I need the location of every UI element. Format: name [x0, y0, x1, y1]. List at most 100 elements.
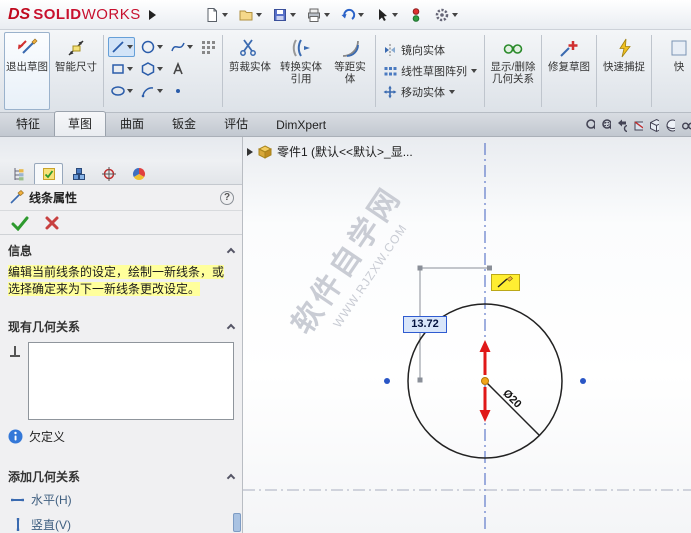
spline-tool[interactable]: [168, 37, 195, 57]
circle-tool[interactable]: [138, 37, 165, 57]
dimxpert-manager-tab[interactable]: [94, 163, 123, 184]
overflow-ribbon-button[interactable]: 快: [656, 32, 691, 110]
line-tool[interactable]: [108, 37, 135, 57]
exit-sketch-label: 退出草图: [6, 61, 48, 73]
add-relations-header[interactable]: 添加几何关系: [0, 465, 242, 487]
open-document-button[interactable]: [234, 5, 266, 25]
tab-dimxpert[interactable]: DimXpert: [262, 114, 340, 136]
ok-check-button[interactable]: [10, 215, 30, 231]
spline-icon: [171, 42, 185, 52]
help-icon[interactable]: ?: [220, 190, 234, 205]
view-orientation-icon[interactable]: [649, 118, 659, 133]
text-tool[interactable]: [168, 59, 188, 79]
quick-snaps-button[interactable]: 快速捕捉: [601, 32, 647, 110]
tab-features[interactable]: 特征: [2, 111, 54, 136]
sketch-pattern-tool[interactable]: [198, 37, 218, 57]
exit-sketch-button[interactable]: 退出草图: [4, 32, 50, 110]
mirror-entities-label: 镜向实体: [401, 45, 445, 57]
drag-arrow-down-head[interactable]: [479, 410, 491, 422]
tab-evaluate[interactable]: 评估: [210, 111, 262, 136]
add-vertical-relation[interactable]: 竖直(V): [0, 512, 242, 533]
info-message-line1: 编辑当前线条的设定，绘制一新线条，或: [8, 265, 225, 279]
polygon-tool[interactable]: [138, 59, 165, 79]
ellipse-icon: [111, 86, 125, 96]
existing-relations-header[interactable]: 现有几何关系: [0, 315, 242, 337]
arc-tool[interactable]: [138, 81, 165, 101]
ribbon-separator: [596, 35, 597, 107]
circle-center-point[interactable]: [481, 377, 489, 385]
display-style-icon[interactable]: [665, 118, 675, 133]
relations-glasses-icon: [503, 44, 523, 54]
drag-arrow-up-head[interactable]: [479, 340, 491, 352]
dimension-value-box[interactable]: 13.72: [403, 316, 447, 333]
left-endpoint[interactable]: [384, 378, 390, 384]
trim-entities-button[interactable]: 剪裁实体: [227, 32, 273, 110]
menu-expand-icon[interactable]: [148, 9, 156, 20]
add-vertical-label: 竖直(V): [31, 518, 71, 532]
convert-entities-button[interactable]: 转换实体引用: [276, 32, 326, 110]
ribbon-separator: [651, 35, 652, 107]
panel-title-row: 线条属性 ?: [0, 185, 242, 211]
previous-view-icon[interactable]: [617, 118, 627, 133]
info-section-title: 信息: [8, 243, 33, 258]
info-message: 编辑当前线条的设定，绘制一新线条，或 选择确定来为下一新线条更改设定。: [0, 261, 242, 301]
sketch-canvas[interactable]: [243, 137, 691, 533]
sketch-entity-grid: [108, 32, 218, 110]
circle-icon: [141, 40, 155, 54]
sketch-ribbon: 退出草图 智能尺寸 剪裁实体 转换实体引用 等距实体 镜向实体 线性草图阵列 移…: [0, 30, 691, 113]
dimension-handle[interactable]: [417, 377, 423, 383]
top-toolbar: DS SOLID WORKS: [0, 0, 691, 30]
dimension-handle[interactable]: [417, 265, 423, 271]
rectangle-icon: [112, 64, 124, 74]
chevron-down-icon: [157, 89, 163, 93]
point-tool[interactable]: [168, 81, 188, 101]
tab-sheet-metal[interactable]: 钣金: [158, 111, 210, 136]
hide-show-items-icon[interactable]: [681, 118, 691, 133]
offset-entities-button[interactable]: 等距实体: [329, 32, 371, 110]
select-tool-button[interactable]: [370, 5, 402, 25]
collapse-chevron-icon: [226, 247, 236, 256]
save-button[interactable]: [268, 5, 300, 25]
property-manager-tab[interactable]: [34, 163, 63, 184]
right-endpoint[interactable]: [580, 378, 586, 384]
new-document-button[interactable]: [200, 5, 232, 25]
section-view-icon[interactable]: [633, 118, 643, 133]
display-relations-button[interactable]: 显示/删除几何关系: [489, 32, 537, 110]
feature-manager-tab[interactable]: [4, 163, 33, 184]
flyout-tree-arrow-icon[interactable]: [247, 147, 253, 156]
linear-pattern-button[interactable]: 线性草图阵列: [383, 63, 477, 79]
graphics-viewport[interactable]: 软件自学网 WWW.RJZXW.COM 零件1 (默认<<默认>_显... 13…: [243, 137, 691, 533]
add-horizontal-relation[interactable]: 水平(H): [0, 487, 242, 512]
panel-scrollbar-thumb[interactable]: [233, 513, 241, 532]
heads-up-view-toolbar: [585, 118, 691, 136]
undo-button[interactable]: [336, 5, 368, 25]
display-manager-tab[interactable]: [124, 163, 153, 184]
ellipse-tool[interactable]: [108, 81, 135, 101]
zoom-fit-icon[interactable]: [585, 118, 595, 133]
zoom-area-icon[interactable]: [601, 118, 611, 133]
cancel-x-button[interactable]: [44, 215, 60, 231]
vertical-relation-icon: [16, 518, 20, 531]
new-document-icon: [207, 7, 217, 22]
add-horizontal-label: 水平(H): [31, 493, 72, 507]
options-button[interactable]: [430, 5, 462, 25]
smart-dimension-button[interactable]: 智能尺寸: [53, 32, 99, 110]
configuration-manager-tab[interactable]: [64, 163, 93, 184]
info-section-header[interactable]: 信息: [0, 239, 242, 261]
tab-sketch[interactable]: 草图: [54, 111, 107, 136]
dimension-handle[interactable]: [487, 265, 492, 271]
linear-pattern-label: 线性草图阵列: [401, 66, 467, 78]
chevron-down-icon: [391, 12, 398, 17]
cursor-arrow-icon: [378, 8, 387, 21]
pattern-tools-group: 镜向实体 线性草图阵列 移动实体: [380, 32, 480, 110]
solidworks-window: DS SOLID WORKS 退出草图 智能尺寸 剪裁实体 转换实体引用 等距实…: [0, 0, 691, 533]
rectangle-tool[interactable]: [108, 59, 135, 79]
repair-sketch-button[interactable]: 修复草图: [546, 32, 592, 110]
print-button[interactable]: [302, 5, 334, 25]
display-status-button[interactable]: [404, 5, 428, 25]
relations-listbox[interactable]: [28, 342, 234, 420]
tab-surfaces[interactable]: 曲面: [106, 111, 158, 136]
breadcrumb[interactable]: 零件1 (默认<<默认>_显...: [247, 143, 413, 160]
mirror-entities-button[interactable]: 镜向实体: [383, 42, 477, 58]
move-entities-button[interactable]: 移动实体: [383, 84, 477, 100]
